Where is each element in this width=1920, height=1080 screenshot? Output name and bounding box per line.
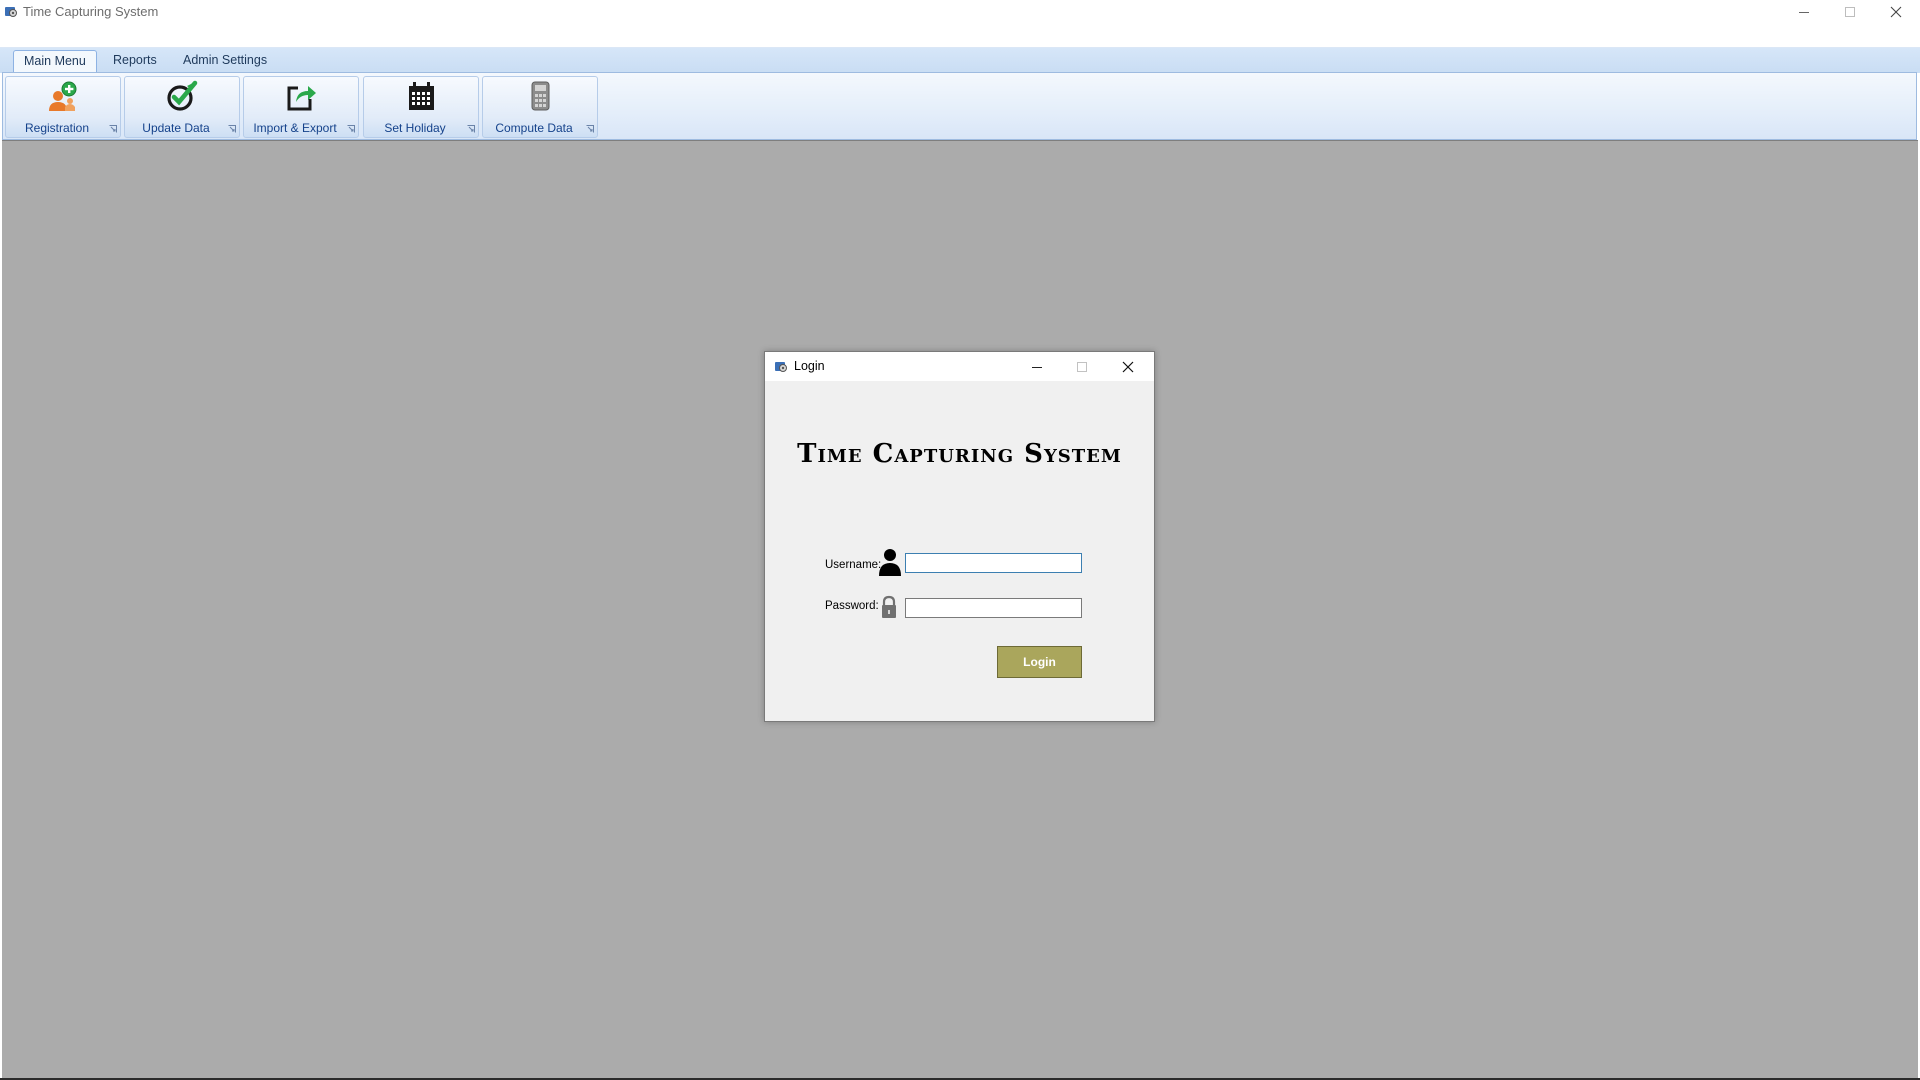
tab-main-menu[interactable]: Main Menu (13, 50, 97, 72)
minimize-icon (1031, 366, 1042, 368)
close-icon (1122, 361, 1133, 372)
user-icon (879, 549, 901, 576)
compute-data-label: Compute Data (495, 121, 573, 135)
login-close-button[interactable] (1105, 352, 1150, 381)
edit-check-icon (167, 80, 198, 111)
tab-reports[interactable]: Reports (103, 50, 167, 72)
username-label: Username: (825, 559, 882, 571)
login-maximize-button[interactable] (1059, 352, 1104, 381)
registration-label: Registration (24, 121, 90, 135)
login-dialog: Login Time Capturing System Username: Pa… (764, 351, 1155, 722)
ribbon-panel: Registration Update Data Import & Export (2, 72, 1917, 140)
calendar-icon (409, 82, 434, 110)
lock-icon (882, 595, 896, 618)
app-gear-icon (775, 362, 787, 372)
password-label: Password: (825, 600, 879, 612)
close-icon (1890, 6, 1902, 17)
window-titlebar: Time Capturing System (0, 0, 1920, 23)
registration-button[interactable]: Registration (5, 76, 121, 138)
login-title: Login (794, 359, 825, 373)
maximize-icon (1076, 361, 1087, 372)
set-holiday-button[interactable]: Set Holiday (363, 76, 479, 138)
login-button[interactable]: Login (997, 646, 1082, 678)
compute-data-button[interactable]: Compute Data (482, 76, 598, 138)
system-banner-title: Time Capturing System (797, 439, 1122, 469)
login-titlebar: Login (765, 352, 1154, 381)
dialog-launcher-icon[interactable] (586, 125, 594, 133)
password-input[interactable] (905, 598, 1082, 618)
window-title: Time Capturing System (23, 4, 159, 19)
minimize-button[interactable] (1781, 0, 1827, 23)
username-input[interactable] (905, 553, 1082, 573)
ribbon-tab-strip (0, 47, 1920, 73)
login-minimize-button[interactable] (1014, 352, 1059, 381)
import-export-label: Import & Export (253, 121, 337, 135)
maximize-icon (1845, 6, 1855, 17)
tab-admin-settings[interactable]: Admin Settings (173, 50, 277, 72)
share-export-icon (287, 86, 316, 111)
set-holiday-label: Set Holiday (384, 121, 446, 135)
calculator-icon (531, 81, 550, 111)
dialog-launcher-icon[interactable] (109, 125, 117, 133)
update-data-label: Update Data (142, 121, 210, 135)
dialog-launcher-icon[interactable] (228, 125, 236, 133)
dialog-launcher-icon[interactable] (467, 125, 475, 133)
minimize-icon (1799, 11, 1809, 13)
import-export-button[interactable]: Import & Export (243, 76, 359, 138)
update-data-button[interactable]: Update Data (124, 76, 240, 138)
app-gear-icon (5, 7, 17, 17)
add-user-icon (49, 81, 77, 111)
maximize-button[interactable] (1827, 0, 1873, 23)
dialog-launcher-icon[interactable] (347, 125, 355, 133)
close-button[interactable] (1873, 0, 1919, 23)
